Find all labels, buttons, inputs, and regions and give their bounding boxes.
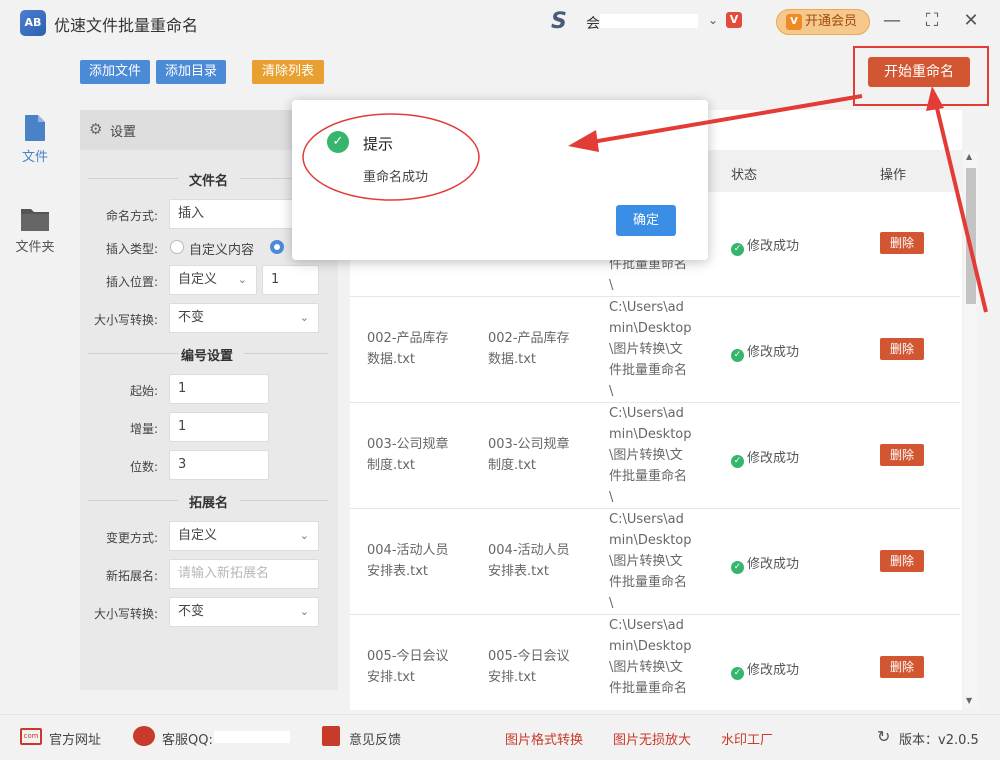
annotation-arrow-head-right <box>926 86 944 111</box>
annotation-arrow-line-right <box>934 103 988 313</box>
annotation-overlay <box>302 86 988 313</box>
annotation-ellipse <box>302 113 480 201</box>
annotation-arrow-line <box>591 94 863 144</box>
annotation-arrow-head <box>568 130 599 152</box>
